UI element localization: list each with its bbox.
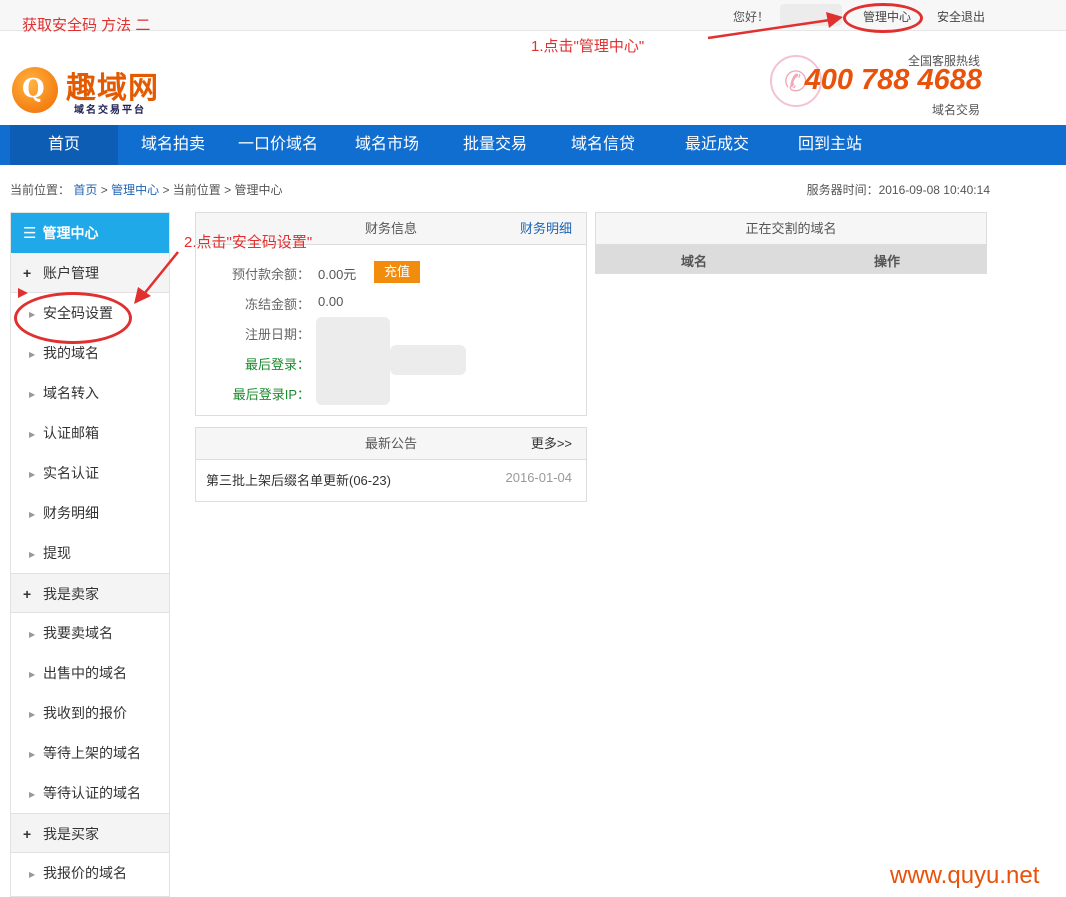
arrow-to-management [707, 12, 843, 40]
arrow-to-security-code [134, 251, 179, 304]
watermark: www.quyu.net [890, 862, 1040, 889]
marker-triangle [18, 288, 28, 298]
annotation-arrows [18, 12, 843, 304]
